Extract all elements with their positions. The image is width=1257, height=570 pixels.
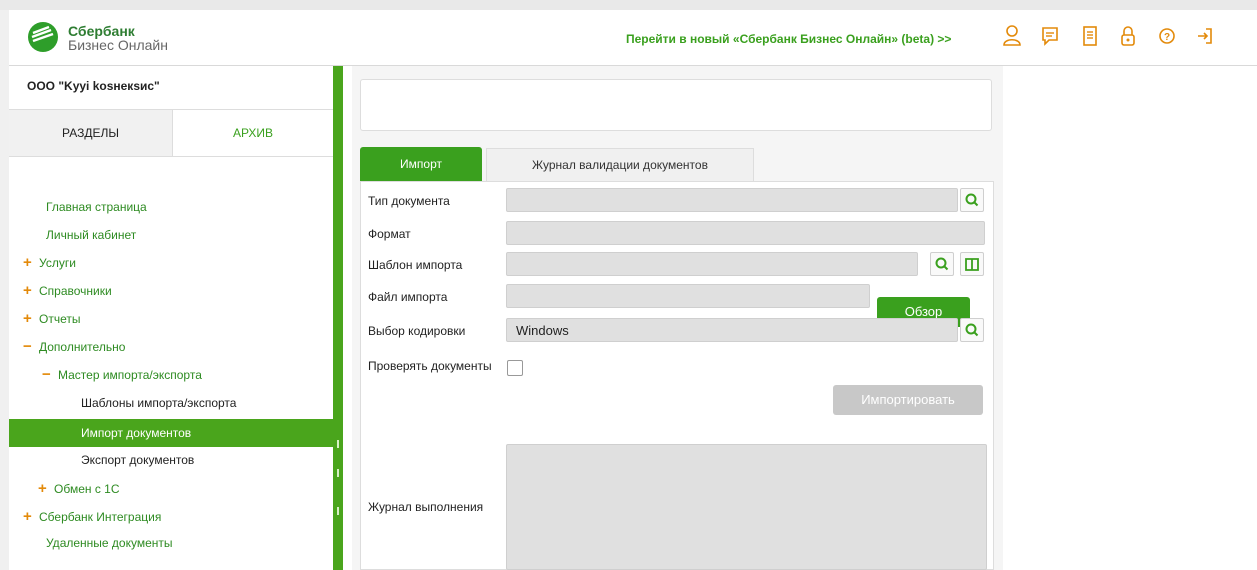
search-icon: [965, 323, 979, 337]
sidebar-item-cabinet[interactable]: Личный кабинет: [46, 228, 136, 242]
import-form: Тип документа Формат Шаблон импорта Файл…: [360, 181, 994, 570]
execution-log[interactable]: [506, 444, 987, 570]
expand-icon: +: [23, 310, 32, 327]
sidebar-item-directories[interactable]: + Справочники: [23, 282, 112, 299]
search-icon: [935, 257, 949, 271]
svg-text:?: ?: [1164, 32, 1170, 43]
organization-name: ООО "Kyyi kosнeкsиc": [27, 79, 160, 93]
template-field[interactable]: [506, 252, 918, 276]
app-frame: Сбербанк Бизнес Онлайн Перейти в новый «…: [9, 10, 1257, 570]
import-button[interactable]: Импортировать: [833, 385, 983, 415]
encoding-value: Windows: [516, 323, 569, 338]
handle-grip-icon: [337, 507, 339, 515]
sidebar-item-services[interactable]: + Услуги: [23, 254, 76, 271]
user-icon[interactable]: [1002, 25, 1022, 47]
template-book-button[interactable]: [960, 252, 984, 276]
encoding-label: Выбор кодировки: [368, 324, 466, 338]
format-field[interactable]: [506, 221, 985, 245]
handle-grip-icon: [337, 440, 339, 448]
check-docs-checkbox[interactable]: [507, 360, 523, 376]
doc-type-label: Тип документа: [368, 194, 450, 208]
expand-icon: +: [23, 508, 32, 525]
top-strip: [0, 0, 1257, 10]
doc-type-field[interactable]: [506, 188, 958, 212]
tab-validation-journal[interactable]: Журнал валидации документов: [486, 148, 754, 182]
file-label: Файл импорта: [368, 290, 448, 304]
encoding-search-button[interactable]: [960, 318, 984, 342]
collapse-arrow-icon[interactable]: [337, 469, 339, 477]
sidebar-item-sberbank-integration[interactable]: + Сбербанк Интеграция: [23, 508, 161, 525]
sidebar-item-import-export-wizard[interactable]: − Мастер импорта/экспорта: [42, 366, 202, 383]
file-field[interactable]: [506, 284, 870, 308]
expand-icon: +: [23, 254, 32, 271]
sidebar-item-reports[interactable]: + Отчеты: [23, 310, 80, 327]
info-panel: [360, 79, 992, 131]
logout-icon[interactable]: [1195, 25, 1215, 47]
lock-icon[interactable]: [1118, 25, 1138, 47]
help-icon[interactable]: ?: [1157, 25, 1177, 47]
tab-import[interactable]: Импорт: [360, 147, 482, 181]
sidebar-item-exchange-1c[interactable]: + Обмен с 1С: [38, 480, 120, 497]
sidebar-item-export-documents[interactable]: Экспорт документов: [81, 453, 194, 467]
logo-subtitle: Бизнес Онлайн: [68, 37, 168, 53]
new-version-link[interactable]: Перейти в новый «Сбербанк Бизнес Онлайн»…: [626, 32, 951, 46]
sidebar-item-deleted-documents[interactable]: Удаленные документы: [46, 536, 173, 550]
log-label: Журнал выполнения: [368, 500, 484, 514]
expand-icon: +: [23, 282, 32, 299]
chat-icon[interactable]: [1040, 25, 1060, 47]
sidebar-item-home[interactable]: Главная страница: [46, 200, 147, 214]
tab-archive[interactable]: АРХИВ: [173, 110, 333, 156]
check-docs-label: Проверять документы: [368, 359, 492, 373]
doc-type-search-button[interactable]: [960, 188, 984, 212]
collapse-icon: −: [42, 366, 51, 383]
format-label: Формат: [368, 227, 411, 241]
main-content: Импорт Журнал валидации документов Тип д…: [352, 66, 1003, 570]
expand-icon: +: [38, 480, 47, 497]
search-icon: [965, 193, 979, 207]
sidebar-item-additional[interactable]: − Дополнительно: [23, 338, 125, 355]
tab-sections[interactable]: РАЗДЕЛЫ: [9, 110, 173, 156]
book-icon: [965, 258, 979, 271]
template-search-button[interactable]: [930, 252, 954, 276]
collapse-icon: −: [23, 338, 32, 355]
encoding-field[interactable]: Windows: [506, 318, 958, 342]
sidebar-item-import-export-templates[interactable]: Шаблоны импорта/экспорта: [81, 396, 236, 410]
sberbank-logo-icon[interactable]: [27, 21, 59, 53]
template-label: Шаблон импорта: [368, 258, 463, 272]
document-icon[interactable]: [1080, 25, 1100, 47]
sidebar-item-import-documents[interactable]: Импорт документов: [9, 419, 333, 447]
sidebar-tabs: РАЗДЕЛЫ АРХИВ: [9, 109, 333, 157]
sidebar-resize-handle[interactable]: [333, 66, 343, 570]
header: Сбербанк Бизнес Онлайн Перейти в новый «…: [9, 10, 1257, 66]
sidebar: ООО "Kyyi kosнeкsиc" РАЗДЕЛЫ АРХИВ Главн…: [9, 66, 333, 570]
